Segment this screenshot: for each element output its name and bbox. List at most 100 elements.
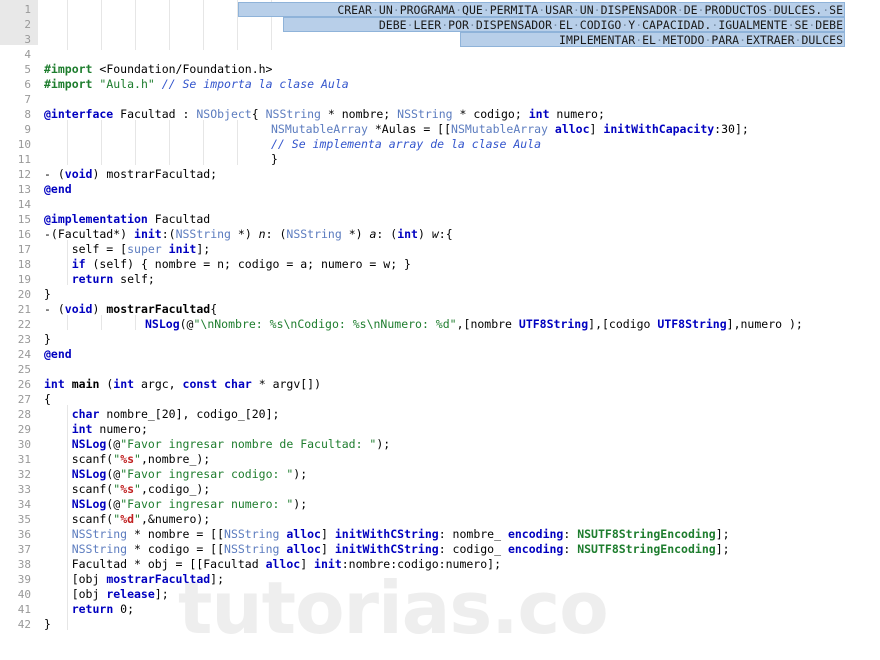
token-type: NSString [286, 227, 342, 241]
line-number: 33 [17, 483, 31, 496]
code-line-40[interactable]: [obj release]; [44, 587, 169, 602]
line-number-gutter[interactable]: 1 2 3 4 5 6 7 8 9 10 11 12 13 14 15 16 1… [0, 0, 38, 660]
line-number: 11 [17, 153, 31, 166]
token-type: NSString [265, 107, 321, 121]
code-line-35[interactable]: scanf("%d",&numero); [44, 512, 211, 527]
code-line-13[interactable]: @end [44, 182, 72, 197]
line-number: 26 [17, 378, 31, 391]
code-line-20[interactable]: } [44, 287, 51, 302]
token-keyword: return [71, 602, 114, 616]
line-number: 12 [17, 168, 31, 181]
code-line-19[interactable]: return self; [44, 272, 155, 287]
token-type: NSString [397, 107, 453, 121]
code-line-27[interactable]: { [44, 392, 51, 407]
code-line-6[interactable]: #import "Aula.h" // Se importa la clase … [44, 77, 349, 92]
token-at-keyword: @end [44, 182, 72, 196]
code-line-26[interactable]: int main (int argc, const char * argv[]) [44, 377, 321, 392]
code-line-32[interactable]: NSLog(@"Favor ingresar codigo: "); [44, 467, 307, 482]
selected-line-1-text: CREAR·UN·PROGRAMA·QUE·PERMITA·USAR·UN·DI… [337, 3, 843, 17]
code-editor[interactable]: tutorias.co CREAR·UN·PROGRAMA·QUE·PERMIT… [0, 0, 880, 660]
code-line-33[interactable]: scanf("%s",codigo_); [44, 482, 211, 497]
line-number: 27 [17, 393, 31, 406]
code-line-12[interactable]: - (void) mostrarFacultad; [44, 167, 217, 182]
line-number: 6 [24, 78, 31, 91]
selected-line-3[interactable]: IMPLEMENTAR·EL·METODO·PARA·EXTRAER·DULCE… [460, 32, 845, 47]
token-message: release [106, 587, 155, 601]
line-number: 36 [17, 528, 31, 541]
token-type: super [127, 242, 162, 256]
token-type: NSString [175, 227, 231, 241]
token-at-keyword: @interface [44, 107, 114, 121]
token-type: NSObject [196, 107, 252, 121]
code-line-10[interactable]: // Se implementa array de la clase Aula [271, 137, 541, 152]
token-message: alloc [286, 542, 321, 556]
code-line-8[interactable]: @interface Facultad : NSObject{ NSString… [44, 107, 605, 122]
code-line-38[interactable]: Facultad * obj = [[Facultad alloc] init:… [44, 557, 501, 572]
code-text-layer[interactable]: CREAR·UN·PROGRAMA·QUE·PERMITA·USAR·UN·DI… [0, 0, 880, 660]
token-keyword: int [397, 227, 418, 241]
token-at-keyword: @implementation [44, 212, 148, 226]
line-number: 22 [17, 318, 31, 331]
code-line-16[interactable]: -(Facultad*) init:(NSString *) n: (NSStr… [44, 227, 453, 242]
token-type: NSString [224, 527, 280, 541]
code-line-34[interactable]: NSLog(@"Favor ingresar numero: "); [44, 497, 307, 512]
code-line-39[interactable]: [obj mostrarFacultad]; [44, 572, 224, 587]
line-number: 17 [17, 243, 31, 256]
line-number: 1 [24, 3, 31, 16]
token-message: UTF8String [657, 317, 727, 331]
line-number: 2 [24, 18, 31, 31]
token-keyword: int [113, 377, 135, 391]
line-number: 25 [17, 363, 31, 376]
token-keyword: char [71, 407, 100, 421]
code-line-18[interactable]: if (self) { nombre = n; codigo = a; nume… [44, 257, 411, 272]
line-number: 37 [17, 543, 31, 556]
line-number: 4 [24, 48, 31, 61]
line-number: 9 [24, 123, 31, 136]
token-enum-value: NSUTF8StringEncoding [577, 527, 716, 541]
token-function: main [71, 377, 100, 391]
code-line-11[interactable]: } [271, 152, 278, 167]
token-function: mostrarFacultad [106, 302, 211, 316]
code-line-9[interactable]: NSMutableArray *Aulas = [[NSMutableArray… [271, 122, 749, 137]
code-line-31[interactable]: scanf("%s",nombre_); [44, 452, 211, 467]
token-keyword: return [71, 272, 114, 286]
token-message: initWithCString [334, 527, 439, 541]
code-line-29[interactable]: int numero; [44, 422, 148, 437]
code-line-42[interactable]: } [44, 617, 51, 632]
token-message: alloc [554, 122, 590, 136]
line-number: 14 [17, 198, 31, 211]
token-preprocessor: #import [44, 77, 93, 91]
code-line-5[interactable]: #import <Foundation/Foundation.h> [44, 62, 272, 77]
code-line-24[interactable]: @end [44, 347, 72, 362]
code-line-22[interactable]: NSLog(@"\nNombre: %s\nCodigo: %s\nNumero… [145, 317, 803, 332]
token-keyword: void [64, 167, 93, 181]
code-line-30[interactable]: NSLog(@"Favor ingresar nombre de Faculta… [44, 437, 391, 452]
line-number: 5 [24, 63, 31, 76]
code-line-17[interactable]: self = [super init]; [44, 242, 211, 257]
line-number: 42 [17, 618, 31, 631]
token-format-specifier: %s [120, 452, 135, 466]
token-keyword: void [64, 302, 93, 316]
code-line-21[interactable]: - (void) mostrarFacultad{ [44, 302, 217, 317]
line-number: 39 [17, 573, 31, 586]
token-type: NSString [71, 527, 128, 541]
code-line-28[interactable]: char nombre_[20], codigo_[20]; [44, 407, 280, 422]
token-message: init [314, 557, 342, 571]
code-line-23[interactable]: } [44, 332, 51, 347]
token-message: alloc [265, 557, 301, 571]
line-number: 8 [24, 108, 31, 121]
selected-line-2[interactable]: DEBE·LEER·POR·DISPENSADOR·EL·CODIGO·Y·CA… [283, 17, 845, 32]
token-message: encoding [507, 527, 564, 541]
code-line-36[interactable]: NSString * nombre = [[NSString alloc] in… [44, 527, 730, 542]
line-number: 34 [17, 498, 31, 511]
selected-line-1[interactable]: CREAR·UN·PROGRAMA·QUE·PERMITA·USAR·UN·DI… [238, 2, 845, 17]
line-number: 30 [17, 438, 31, 451]
code-line-41[interactable]: return 0; [44, 602, 134, 617]
code-line-37[interactable]: NSString * codigo = [[NSString alloc] in… [44, 542, 730, 557]
token-message: init [134, 227, 162, 241]
line-number: 7 [24, 93, 31, 106]
token-at-keyword: @end [44, 347, 72, 361]
selected-line-3-text: IMPLEMENTAR·EL·METODO·PARA·EXTRAER·DULCE… [559, 33, 843, 47]
code-line-15[interactable]: @implementation Facultad [44, 212, 210, 227]
token-keyword: const [182, 377, 218, 391]
